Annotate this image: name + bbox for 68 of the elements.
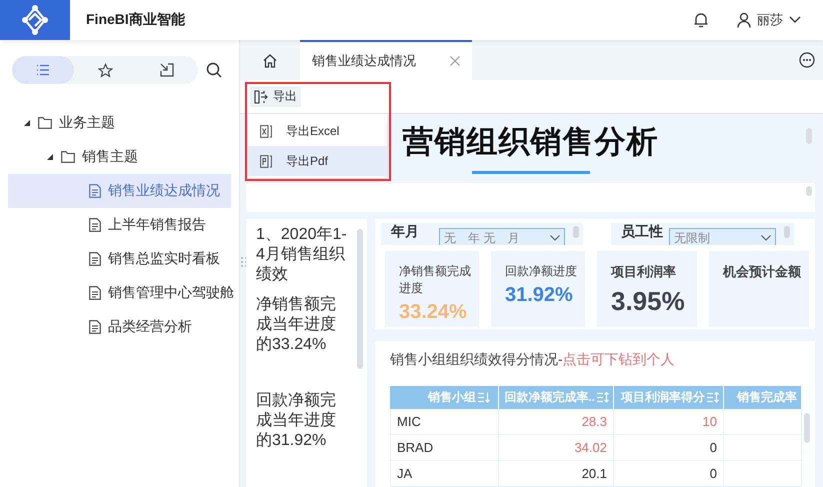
kpi-value: 33.24% bbox=[399, 301, 468, 324]
table-cell: 20.1 bbox=[499, 461, 614, 487]
paragraph: 净销售额完成当年进度的33.24% bbox=[256, 295, 337, 355]
app-title: FineBI商业智能 bbox=[86, 11, 185, 29]
kpi-value: 3.95% bbox=[611, 286, 686, 317]
export-button[interactable]: 导出 bbox=[250, 86, 301, 106]
table-title: 销售小组组织绩效得分情况-点击可下钻到个人 bbox=[390, 351, 676, 369]
star-icon bbox=[98, 62, 112, 78]
table-cell: 28.3 bbox=[499, 409, 614, 435]
excel-file-icon bbox=[260, 124, 272, 138]
table-cell: JA bbox=[390, 461, 499, 487]
pdf-file-icon bbox=[260, 154, 272, 168]
scrollbar[interactable] bbox=[806, 186, 812, 196]
report-item[interactable]: 销售总监实时看板 bbox=[8, 242, 231, 276]
table-cell: BRAD bbox=[390, 435, 499, 461]
list-icon bbox=[36, 64, 50, 76]
report-item[interactable]: 销售管理中心驾驶舱 bbox=[8, 276, 231, 310]
user-menu[interactable]: 丽莎 bbox=[737, 11, 801, 29]
scrollbar[interactable] bbox=[573, 226, 579, 238]
document-icon bbox=[89, 184, 101, 198]
dashboard-title: 营销组织销售分析 bbox=[402, 123, 658, 162]
report-item[interactable]: 销售业绩达成情况 bbox=[8, 174, 231, 208]
chevron-icon bbox=[761, 235, 771, 241]
document-icon bbox=[89, 252, 101, 266]
kpi-label: 回款净额进度 bbox=[505, 263, 577, 280]
paragraph: 1、2020年1-4月销售组织绩效 bbox=[256, 225, 347, 285]
folder-item[interactable]: 销售主题 bbox=[8, 140, 231, 174]
export-box-icon bbox=[160, 63, 174, 77]
more-icon[interactable] bbox=[799, 52, 815, 68]
scrollbar[interactable] bbox=[784, 226, 790, 238]
folder-item[interactable]: 业务主题 bbox=[8, 106, 231, 140]
kpi-value: 31.92% bbox=[505, 284, 574, 307]
paragraph: 回款净额完成当年进度的31.92% bbox=[256, 391, 337, 451]
table-cell: 34.02 bbox=[499, 435, 614, 461]
report-tab[interactable]: 销售业绩达成情况 bbox=[300, 40, 472, 80]
sort-icon[interactable] bbox=[707, 392, 719, 403]
close-icon[interactable] bbox=[450, 56, 460, 66]
scrollbar[interactable] bbox=[806, 128, 812, 144]
bell-icon[interactable] bbox=[693, 12, 709, 28]
document-icon bbox=[89, 218, 101, 232]
chevron-icon bbox=[789, 16, 801, 24]
search-icon[interactable] bbox=[206, 62, 222, 78]
table-cell: 0 bbox=[614, 435, 724, 461]
scrollbar[interactable] bbox=[357, 229, 363, 369]
export-pdf-item[interactable]: 导出Pdf bbox=[248, 146, 387, 176]
kpi-label: 净销售额完成进度 bbox=[399, 263, 471, 297]
sort-icon[interactable] bbox=[597, 392, 609, 403]
chevron-icon bbox=[550, 235, 560, 241]
table-cell: 0 bbox=[614, 461, 724, 487]
export-excel-item[interactable]: 导出Excel bbox=[248, 116, 387, 146]
drag-handle-icon[interactable] bbox=[241, 256, 247, 268]
sort-icon[interactable] bbox=[478, 392, 490, 403]
filter-label: 年月 bbox=[390, 223, 420, 241]
document-icon bbox=[89, 320, 101, 334]
folder-icon bbox=[38, 117, 52, 129]
scrollbar[interactable] bbox=[804, 413, 810, 443]
table-cell: MIC bbox=[390, 409, 499, 435]
user-icon bbox=[737, 12, 751, 28]
table-cell: 10 bbox=[614, 409, 724, 435]
kpi-label: 项目利润率 bbox=[611, 263, 677, 280]
report-item[interactable]: 品类经营分析 bbox=[8, 310, 231, 344]
report-item[interactable]: 上半年销售报告 bbox=[8, 208, 231, 242]
export-icon bbox=[254, 90, 268, 104]
filter-label: 员工性 bbox=[620, 223, 664, 241]
kpi-label: 机会预计金额 bbox=[723, 263, 802, 280]
home-icon bbox=[263, 54, 277, 68]
folder-icon bbox=[61, 151, 75, 163]
document-icon bbox=[89, 286, 101, 300]
